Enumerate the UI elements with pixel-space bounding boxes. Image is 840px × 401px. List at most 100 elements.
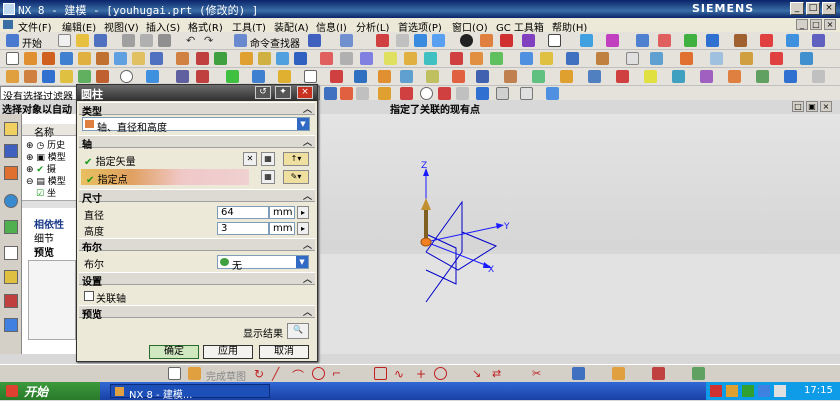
render-style-icon[interactable]	[460, 34, 473, 47]
sketch-constraint-icon[interactable]	[572, 367, 585, 380]
sew-icon[interactable]	[596, 52, 609, 65]
tray-ime-icon[interactable]	[726, 385, 738, 397]
rib-icon[interactable]	[680, 52, 693, 65]
chevron-down-icon[interactable]: ▼	[297, 118, 309, 130]
part-navigator-icon[interactable]	[4, 166, 18, 180]
offset-curve-icon[interactable]	[176, 70, 189, 83]
vector-dialog-icon[interactable]: ▦	[261, 152, 275, 166]
project-curve-icon[interactable]	[196, 70, 209, 83]
sketch-flag-icon[interactable]	[188, 367, 201, 380]
zoom-icon[interactable]	[414, 34, 427, 47]
snap-arc-center-icon[interactable]	[420, 87, 433, 100]
collapse-icon[interactable]: ︿	[303, 102, 312, 115]
tab-preview[interactable]: 预览	[34, 244, 54, 259]
snap-endpoint-icon[interactable]	[324, 87, 337, 100]
process-studio-icon[interactable]	[4, 294, 18, 308]
delete-icon[interactable]	[616, 70, 629, 83]
thread-icon[interactable]	[740, 52, 753, 65]
shaded-icon[interactable]	[480, 34, 493, 47]
associative-axis-checkbox[interactable]	[84, 291, 94, 301]
diameter-unit[interactable]: mm	[269, 206, 295, 219]
collapse-icon[interactable]: ︿	[303, 135, 312, 148]
view-cube-icon[interactable]	[432, 34, 445, 47]
split-icon[interactable]	[770, 52, 783, 65]
block-icon[interactable]	[60, 52, 73, 65]
sketch-arc-icon[interactable]: ⌒	[292, 367, 305, 383]
line-icon[interactable]	[24, 70, 37, 83]
ok-button[interactable]: 确定	[149, 345, 199, 359]
doc-icon[interactable]	[3, 20, 13, 29]
minimize-button[interactable]: _	[790, 2, 804, 15]
spline-icon[interactable]	[60, 70, 73, 83]
tray-security-icon[interactable]	[774, 385, 786, 397]
command-finder-icon[interactable]	[234, 34, 247, 47]
draft-icon[interactable]	[650, 52, 663, 65]
arc-icon[interactable]	[42, 70, 55, 83]
open-icon[interactable]	[76, 34, 89, 47]
settings-icon[interactable]: ✦	[275, 86, 291, 99]
isocline-icon[interactable]	[304, 70, 317, 83]
sketch-icon[interactable]	[6, 52, 19, 65]
sketch-finish-icon[interactable]	[168, 367, 181, 380]
sketch-line-icon[interactable]: ╱	[272, 367, 285, 381]
extract-icon[interactable]	[330, 70, 343, 83]
assembly-icon[interactable]	[684, 34, 697, 47]
apply-button[interactable]: 应用	[203, 345, 253, 359]
collapse-icon[interactable]: ︿	[303, 272, 312, 285]
sphere-icon[interactable]	[114, 52, 127, 65]
sketch-spline-icon[interactable]: ∿	[394, 367, 407, 381]
hole-icon[interactable]	[132, 52, 145, 65]
navigator-column-header[interactable]: 名称	[34, 124, 54, 139]
cue-close-icon[interactable]: ×	[820, 101, 832, 112]
doc-minimize-button[interactable]: _	[796, 19, 808, 30]
snap-center-icon[interactable]	[356, 87, 369, 100]
transform-icon[interactable]	[588, 70, 601, 83]
sketch-dimension-icon[interactable]	[612, 367, 625, 380]
revolve-icon[interactable]	[42, 52, 55, 65]
sketch-ellipse-icon[interactable]	[434, 367, 447, 380]
point-dialog-icon[interactable]: ▦	[261, 170, 275, 184]
origin-point-handle[interactable]	[420, 237, 432, 247]
section-type[interactable]: 类型 ︿	[79, 102, 315, 118]
snap-intersect-icon[interactable]	[400, 87, 413, 100]
snap-control-icon[interactable]	[378, 87, 391, 100]
move-to-layer-icon[interactable]	[756, 70, 769, 83]
cue-expand-icon[interactable]: ▣	[806, 101, 818, 112]
blank-icon[interactable]	[700, 70, 713, 83]
text-curve-icon[interactable]	[96, 70, 109, 83]
subtract-icon[interactable]	[196, 52, 209, 65]
snap-options-icon[interactable]	[520, 87, 533, 100]
collapse-icon[interactable]: ︿	[303, 189, 312, 202]
system-materials-icon[interactable]	[4, 270, 18, 284]
height-input[interactable]: 3	[217, 222, 269, 235]
constraint-icon[interactable]	[786, 34, 799, 47]
mirror-icon[interactable]	[320, 52, 333, 65]
fillet-curve-icon[interactable]	[504, 70, 517, 83]
show-result-button[interactable]: 🔍	[287, 323, 309, 339]
fit-icon[interactable]	[396, 34, 409, 47]
vector-type-dropdown[interactable]: ↑▾	[283, 152, 309, 166]
bridge-curve-icon[interactable]	[252, 70, 265, 83]
start-button[interactable]: 开始	[0, 382, 100, 400]
tab-dependencies[interactable]: 相依性	[34, 216, 64, 231]
cut-icon[interactable]	[122, 34, 135, 47]
edge-blend-icon[interactable]	[240, 52, 253, 65]
stretch-icon[interactable]	[426, 70, 439, 83]
doc-close-button[interactable]: ×	[824, 19, 836, 30]
section-axis[interactable]: 轴 ︿	[79, 135, 315, 151]
section-preview[interactable]: 预览 ︿	[79, 305, 315, 321]
extrude-icon[interactable]	[24, 52, 37, 65]
expression-icon[interactable]	[800, 52, 813, 65]
sketch-convert-icon[interactable]	[692, 367, 705, 380]
window-icon[interactable]	[308, 34, 321, 47]
snap-existing-icon[interactable]	[456, 87, 469, 100]
layer-icon[interactable]	[522, 34, 535, 47]
move-face-icon[interactable]	[470, 52, 483, 65]
height-menu-icon[interactable]: ▸	[297, 222, 309, 235]
chevron-down-icon[interactable]: ▼	[296, 256, 308, 268]
chamfer-curve-icon[interactable]	[532, 70, 545, 83]
copy-icon[interactable]	[140, 34, 153, 47]
layer-settings-icon[interactable]	[728, 70, 741, 83]
sketch-mirror-icon[interactable]: ⇄	[492, 367, 505, 380]
through-curves-icon[interactable]	[566, 52, 579, 65]
